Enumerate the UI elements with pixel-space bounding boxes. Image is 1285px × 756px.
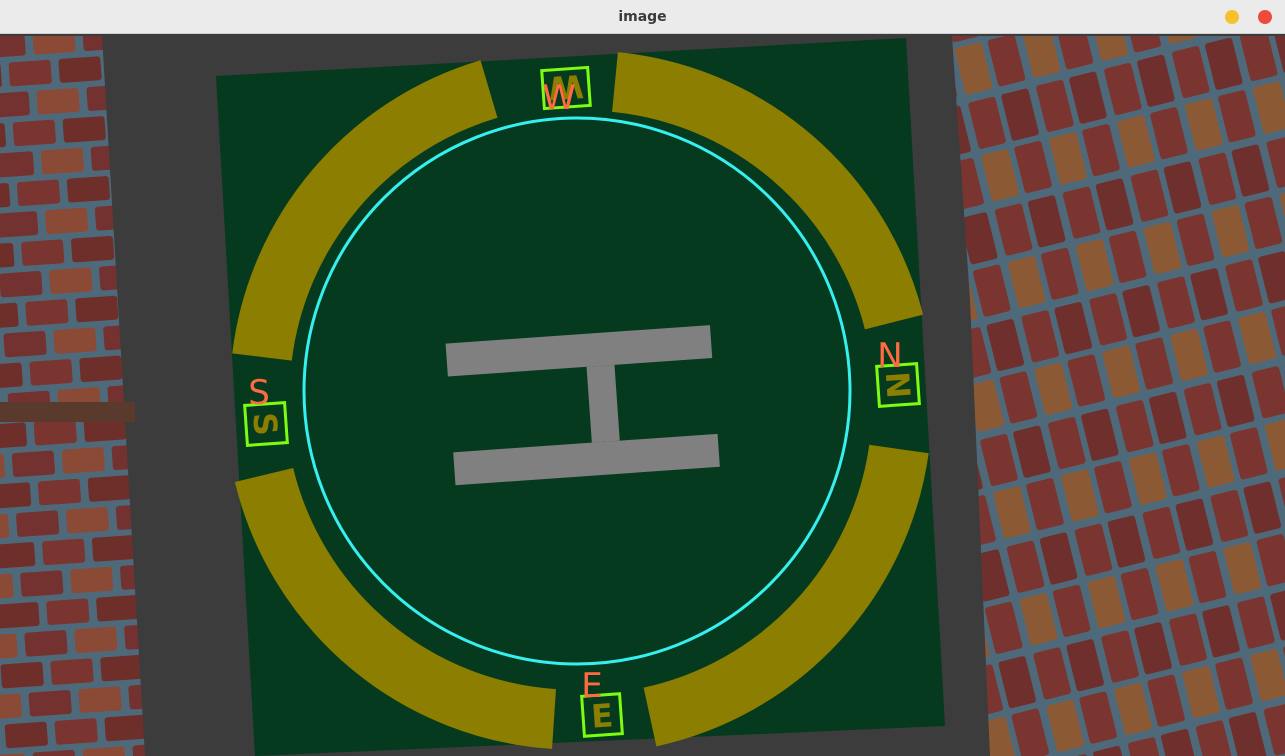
marker-s-label: S [248,373,270,413]
marker-s-painted: S [245,411,285,437]
window-title: image [618,9,667,25]
right-brick-wall [952,36,1285,756]
marker-n-label: N [877,336,902,376]
close-button[interactable] [1258,10,1272,24]
image-canvas: W W N N S S E E [0,34,1285,756]
minimize-button[interactable] [1225,10,1239,24]
marker-e-label: E [581,666,602,706]
window-titlebar: image [0,0,1285,34]
landing-pad [216,38,945,756]
marker-w-label: W [542,78,576,118]
left-wall-ledge [0,402,135,422]
